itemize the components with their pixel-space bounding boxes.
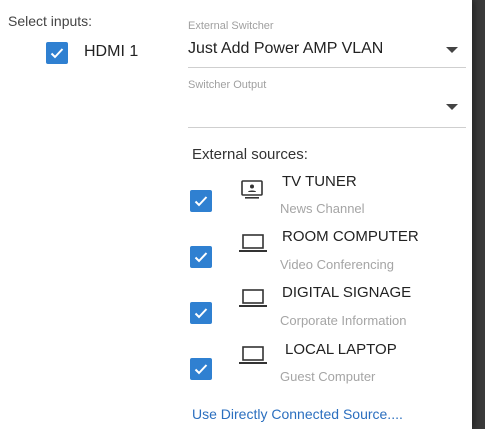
source-description: Video Conferencing xyxy=(280,257,394,272)
external-switcher-value: Just Add Power AMP VLAN xyxy=(188,40,384,57)
select-underline xyxy=(188,67,466,68)
external-sources-label: External sources: xyxy=(192,146,308,163)
source-description: Guest Computer xyxy=(280,369,376,384)
source-name: LOCAL LAPTOP xyxy=(285,341,397,358)
external-switcher-select[interactable]: Just Add Power AMP VLAN xyxy=(188,36,466,66)
external-switcher-label: External Switcher xyxy=(188,20,274,32)
source-name: ROOM COMPUTER xyxy=(282,228,419,245)
hdmi-1-label: HDMI 1 xyxy=(84,43,139,60)
source-checkbox[interactable] xyxy=(190,358,212,380)
check-icon xyxy=(194,252,208,263)
source-description: News Channel xyxy=(280,201,365,216)
tv-tuner-icon xyxy=(240,179,266,201)
check-icon xyxy=(194,196,208,207)
input-selection-panel: Select inputs: HDMI 1 External Switcher … xyxy=(0,0,472,429)
source-name: DIGITAL SIGNAGE xyxy=(282,284,412,301)
source-description: Corporate Information xyxy=(280,313,407,328)
check-icon xyxy=(50,48,64,59)
check-icon xyxy=(194,364,208,375)
dropdown-arrow-icon xyxy=(446,47,458,53)
switcher-output-label: Switcher Output xyxy=(188,79,267,91)
check-icon xyxy=(194,308,208,319)
laptop-icon xyxy=(238,232,268,254)
source-name: TV TUNER xyxy=(282,173,357,190)
source-checkbox[interactable] xyxy=(190,246,212,268)
select-inputs-label: Select inputs: xyxy=(8,13,93,29)
dropdown-arrow-icon xyxy=(446,104,458,110)
hdmi-1-checkbox[interactable] xyxy=(46,42,68,64)
select-underline xyxy=(188,127,466,128)
source-checkbox[interactable] xyxy=(190,302,212,324)
use-directly-connected-source-link[interactable]: Use Directly Connected Source.... xyxy=(192,406,403,422)
source-checkbox[interactable] xyxy=(190,190,212,212)
laptop-icon xyxy=(238,287,268,309)
laptop-icon xyxy=(238,344,268,366)
switcher-output-select[interactable] xyxy=(188,96,466,126)
